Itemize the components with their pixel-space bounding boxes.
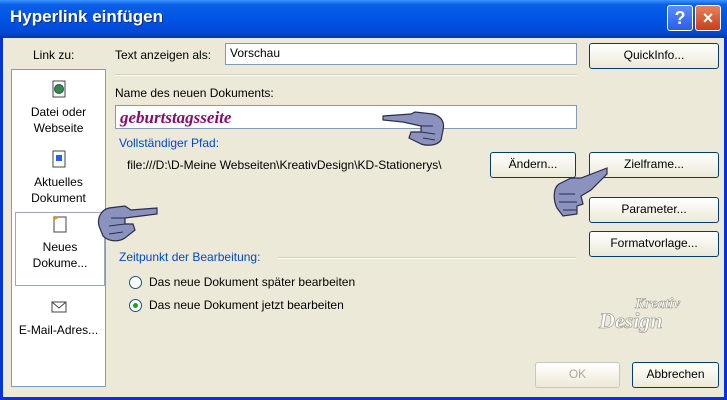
style-button[interactable]: Formatvorlage... — [589, 231, 719, 257]
logo-line2: Design — [598, 308, 663, 333]
display-text-input[interactable]: Vorschau — [225, 43, 577, 65]
edit-time-group-label: Zeitpunkt der Bearbeitung: — [119, 250, 261, 264]
pointing-hand-icon — [553, 167, 608, 217]
edit-later-label[interactable]: Das neue Dokument später bearbeiten — [149, 275, 355, 289]
link-item-label-line2: Dokument — [31, 191, 86, 205]
link-item-label-line1: Aktuelles — [34, 175, 83, 189]
dialog-window: Hyperlink einfügen ? × Link zu: Datei od… — [0, 0, 727, 400]
link-item-label-line2: Dokume... — [32, 256, 88, 270]
link-item-label-line1: Datei oder — [30, 105, 87, 119]
edit-now-label[interactable]: Das neue Dokument jetzt bearbeiten — [149, 298, 344, 312]
separator — [115, 74, 577, 76]
edit-now-radio[interactable] — [129, 299, 142, 312]
globe-document-icon — [52, 80, 65, 98]
link-item-label-line1: E-Mail-Adres... — [18, 323, 99, 337]
link-to-label: Link zu: — [33, 48, 75, 62]
email-icon — [51, 301, 66, 313]
document-anchor-icon — [52, 150, 65, 168]
ok-button[interactable]: OK — [535, 362, 620, 388]
title-bar[interactable]: Hyperlink einfügen ? × — [0, 0, 727, 38]
close-button[interactable]: × — [695, 5, 721, 31]
edit-later-radio[interactable] — [129, 276, 142, 289]
cancel-button[interactable]: Abbrechen — [632, 362, 719, 388]
link-item-label-line1: Neues — [42, 240, 78, 254]
logo-mark: Kreativ Design — [598, 296, 681, 334]
new-document-name-input[interactable]: geburtstagsseite — [115, 105, 577, 129]
link-item-file-webpage[interactable]: Datei oder Webseite — [12, 80, 105, 136]
quickinfo-button[interactable]: QuickInfo... — [589, 43, 719, 69]
link-item-current-document[interactable]: Aktuelles Dokument — [12, 150, 105, 206]
link-item-email[interactable]: E-Mail-Adres... — [12, 298, 105, 338]
pointing-hand-icon — [97, 205, 158, 242]
full-path-value: file:///D:\D-Meine Webseiten\KreativDesi… — [127, 158, 442, 172]
help-button[interactable]: ? — [667, 5, 693, 31]
pointing-hand-icon — [382, 111, 445, 146]
kreativ-design-logo: Kreativ Design — [595, 290, 705, 339]
link-item-label-line2: Webseite — [33, 121, 84, 135]
new-document-name-label: Name des neuen Dokuments: — [115, 86, 274, 100]
full-path-label: Vollständiger Pfad: — [119, 136, 220, 150]
display-text-label: Text anzeigen als: — [115, 48, 212, 62]
group-separator — [278, 257, 576, 259]
new-document-icon — [52, 215, 67, 233]
window-title: Hyperlink einfügen — [10, 7, 164, 26]
